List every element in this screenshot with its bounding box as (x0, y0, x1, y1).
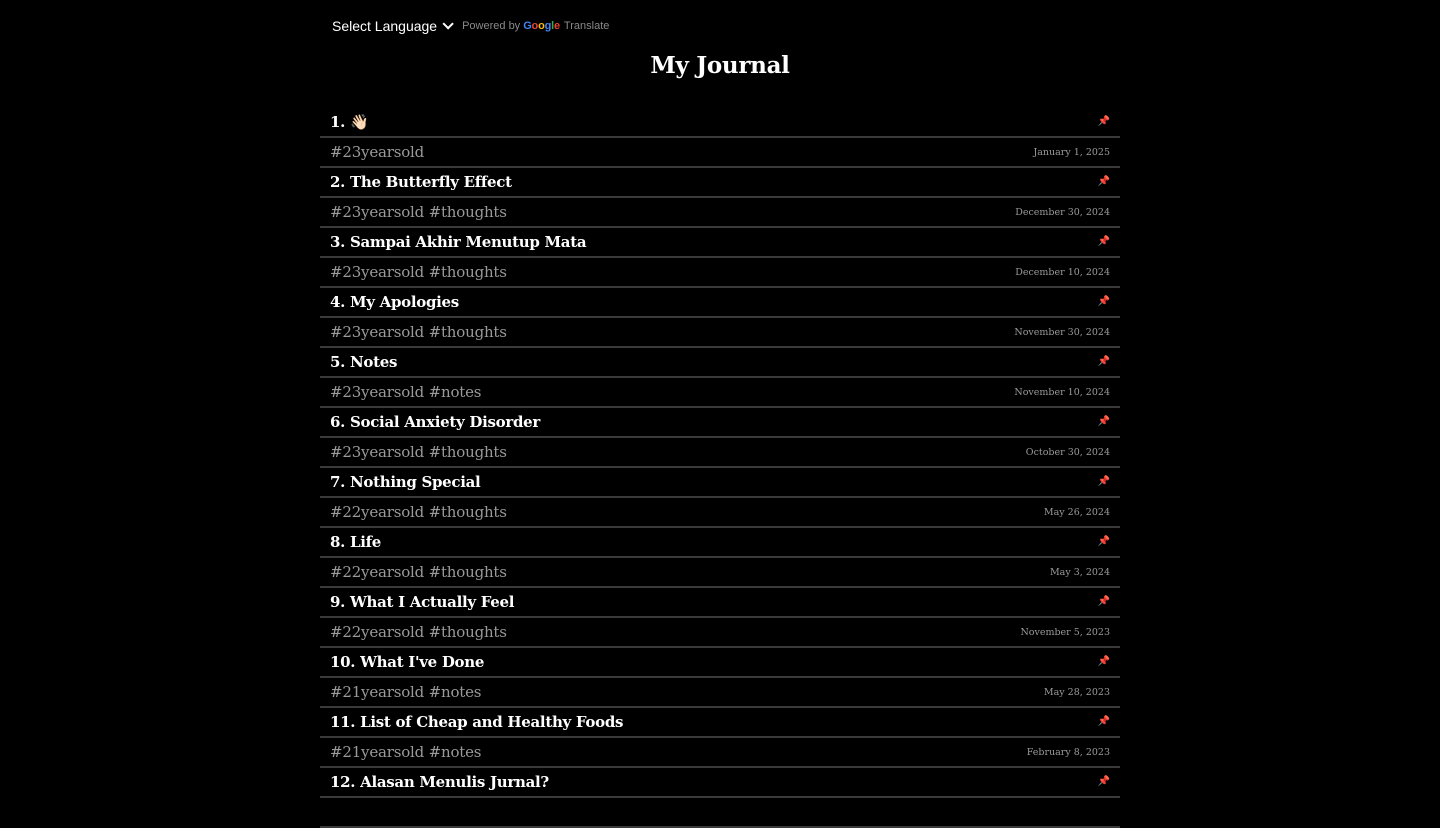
entry-date: October 30, 2024 (1025, 446, 1110, 458)
entry-date: November 5, 2023 (1020, 626, 1110, 638)
chevron-down-icon (442, 18, 454, 30)
entry-date: May 3, 2024 (1049, 566, 1110, 578)
translate-word: Translate (563, 20, 610, 32)
journal-entry-meta-row: #22yearsold #thoughts November 5, 2023 (320, 618, 1120, 648)
journal-entry-title-row[interactable]: 7. Nothing Special 📌 (320, 468, 1120, 498)
journal-entry-title-row[interactable]: 11. List of Cheap and Healthy Foods 📌 (320, 708, 1120, 738)
entry-date: December 10, 2024 (1015, 266, 1110, 278)
pin-icon: 📌 (1097, 596, 1110, 607)
entry-title[interactable]: 10. What I've Done (330, 653, 484, 671)
journal-entry-meta-row: #23yearsold #thoughts December 10, 2024 (320, 258, 1120, 288)
entry-title[interactable]: 11. List of Cheap and Healthy Foods (330, 713, 623, 731)
entry-tags[interactable]: #22yearsold #thoughts (330, 563, 507, 581)
journal-list: 1. 👋🏻 📌 #23yearsold January 1, 2025 2. The B… (320, 108, 1120, 828)
journal-entry-meta-row (320, 798, 1120, 828)
entry-date: November 30, 2024 (1014, 326, 1110, 338)
entry-tags[interactable]: #22yearsold #thoughts (330, 503, 507, 521)
entry-title[interactable]: 3. Sampai Akhir Menutup Mata (330, 233, 587, 251)
journal-entry-meta-row: #21yearsold #notes February 8, 2023 (320, 738, 1120, 768)
journal-entry-title-row[interactable]: 4. My Apologies 📌 (320, 288, 1120, 318)
entry-title[interactable]: 5. Notes (330, 353, 397, 371)
journal-entry-meta-row: #23yearsold January 1, 2025 (320, 138, 1120, 168)
entry-title[interactable]: 9. What I Actually Feel (330, 593, 514, 611)
journal-entry-title-row[interactable]: 12. Alasan Menulis Jurnal? 📌 (320, 768, 1120, 798)
journal-entry-meta-row: #23yearsold #thoughts December 30, 2024 (320, 198, 1120, 228)
journal-entry-title-row[interactable]: 1. 👋🏻 📌 (320, 108, 1120, 138)
entry-title[interactable]: 2. The Butterfly Effect (330, 173, 512, 191)
journal-entry-meta-row: #21yearsold #notes May 28, 2023 (320, 678, 1120, 708)
powered-by-google-translate: Powered by Google Translate (462, 20, 609, 32)
entry-tags[interactable]: #23yearsold #notes (330, 383, 481, 401)
entry-tags[interactable]: #21yearsold #notes (330, 683, 481, 701)
entry-date: November 10, 2024 (1014, 386, 1110, 398)
journal-entry-meta-row: #22yearsold #thoughts May 26, 2024 (320, 498, 1120, 528)
pin-icon: 📌 (1097, 176, 1110, 187)
entry-title[interactable]: 8. Life (330, 533, 381, 551)
entry-tags[interactable]: #22yearsold #thoughts (330, 623, 507, 641)
pin-icon: 📌 (1097, 536, 1110, 547)
pin-icon: 📌 (1097, 356, 1110, 367)
language-select[interactable]: Select Language (332, 18, 454, 34)
journal-entry-meta-row: #23yearsold #thoughts November 30, 2024 (320, 318, 1120, 348)
journal-entry-title-row[interactable]: 2. The Butterfly Effect 📌 (320, 168, 1120, 198)
entry-date: January 1, 2025 (1033, 146, 1110, 158)
pin-icon: 📌 (1097, 476, 1110, 487)
entry-title[interactable]: 7. Nothing Special (330, 473, 481, 491)
journal-entry-title-row[interactable]: 5. Notes 📌 (320, 348, 1120, 378)
pin-icon: 📌 (1097, 716, 1110, 727)
pin-icon: 📌 (1097, 116, 1110, 127)
journal-entry-title-row[interactable]: 10. What I've Done 📌 (320, 648, 1120, 678)
journal-entry-title-row[interactable]: 3. Sampai Akhir Menutup Mata 📌 (320, 228, 1120, 258)
powered-by-text: Powered by (462, 20, 521, 32)
journal-entry-meta-row: #23yearsold #notes November 10, 2024 (320, 378, 1120, 408)
page-title: My Journal (650, 52, 790, 79)
entry-title[interactable]: 1. 👋🏻 (330, 113, 369, 131)
entry-title[interactable]: 4. My Apologies (330, 293, 459, 311)
entry-tags[interactable]: #23yearsold #thoughts (330, 323, 507, 341)
entry-tags[interactable]: #21yearsold #notes (330, 743, 481, 761)
google-logo[interactable]: Google (523, 20, 560, 32)
pin-icon: 📌 (1097, 236, 1110, 247)
journal-entry-title-row[interactable]: 6. Social Anxiety Disorder 📌 (320, 408, 1120, 438)
entry-title[interactable]: 6. Social Anxiety Disorder (330, 413, 540, 431)
entry-tags[interactable]: #23yearsold #thoughts (330, 263, 507, 281)
journal-entry-title-row[interactable]: 8. Life 📌 (320, 528, 1120, 558)
entry-tags[interactable]: #23yearsold #thoughts (330, 443, 507, 461)
entry-date: December 30, 2024 (1015, 206, 1110, 218)
journal-entry-meta-row: #22yearsold #thoughts May 3, 2024 (320, 558, 1120, 588)
pin-icon: 📌 (1097, 656, 1110, 667)
language-select-label: Select Language (332, 18, 438, 34)
journal-entry-title-row[interactable]: 9. What I Actually Feel 📌 (320, 588, 1120, 618)
entry-date: February 8, 2023 (1026, 746, 1110, 758)
google-translate-bar: Select Language Powered by Google Transl… (332, 14, 609, 38)
entry-title[interactable]: 12. Alasan Menulis Jurnal? (330, 773, 549, 791)
entry-tags[interactable]: #23yearsold (330, 143, 424, 161)
journal-entry-meta-row: #23yearsold #thoughts October 30, 2024 (320, 438, 1120, 468)
pin-icon: 📌 (1097, 776, 1110, 787)
pin-icon: 📌 (1097, 416, 1110, 427)
entry-date: May 28, 2023 (1043, 686, 1110, 698)
entry-tags[interactable]: #23yearsold #thoughts (330, 203, 507, 221)
entry-date: May 26, 2024 (1043, 506, 1110, 518)
pin-icon: 📌 (1097, 296, 1110, 307)
